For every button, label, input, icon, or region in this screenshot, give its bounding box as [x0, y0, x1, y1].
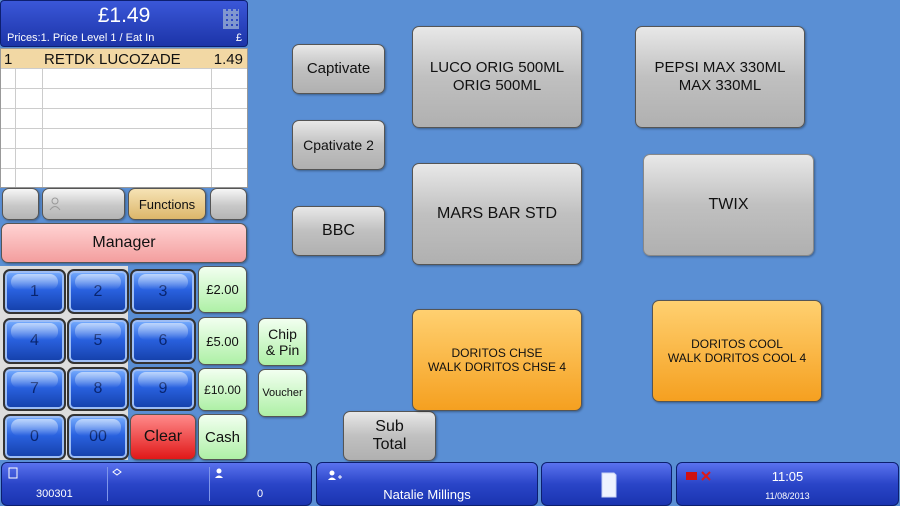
product-name-line2: WALK DORITOS CHSE 4	[427, 360, 567, 374]
price-level-label: Prices:1. Price Level 1 / Eat In	[7, 32, 155, 44]
order-qty: 1	[4, 51, 13, 68]
terminal-info-segment[interactable]: 300301 0	[1, 462, 312, 506]
key-label: 00	[89, 428, 107, 445]
product-name-line1: PEPSI MAX 330ML	[654, 59, 786, 76]
numpad-key-9[interactable]: 9	[130, 367, 196, 411]
key-label: 5	[93, 332, 103, 349]
tender-10-pounds-button[interactable]: £10.00	[198, 368, 247, 411]
chip-pin-label-line1: Chip	[268, 326, 297, 342]
customer-count: 0	[257, 488, 264, 500]
clock-date: 11/08/2013	[765, 491, 810, 501]
product-name-line2: MAX 330ML	[678, 77, 762, 94]
clock-time: 11:05	[771, 469, 804, 484]
product-name-line2: WALK DORITOS COOL 4	[667, 351, 807, 365]
blank-button-left[interactable]	[2, 188, 39, 220]
voucher-button[interactable]: Voucher	[258, 369, 307, 417]
order-list[interactable]: 1 RETDK LUCOZADE 1.49	[0, 48, 248, 188]
key-label: 2	[93, 282, 103, 300]
subtotal-label-line1: Sub	[375, 418, 404, 435]
product-luco-orig-button[interactable]: LUCO ORIG 500ML ORIG 500ML	[412, 26, 582, 128]
numpad-key-3[interactable]: 3	[130, 269, 196, 314]
chip-and-pin-button[interactable]: Chip & Pin	[258, 318, 307, 366]
key-label: 6	[158, 332, 168, 349]
product-name-line1: DORITOS COOL	[691, 337, 783, 351]
numpad-key-00[interactable]: 00	[67, 414, 129, 460]
customer-icon	[215, 468, 223, 478]
tender-5-pounds-button[interactable]: £5.00	[198, 317, 247, 365]
segment-divider	[209, 467, 210, 501]
key-label: 1	[30, 282, 39, 300]
product-twix-button[interactable]: TWIX	[643, 154, 814, 256]
product-doritos-chse-button[interactable]: DORITOS CHSE WALK DORITOS CHSE 4	[412, 309, 582, 411]
key-label: 0	[30, 428, 39, 445]
receipt-icon	[601, 472, 617, 498]
total-display: £1.49 Prices:1. Price Level 1 / Eat In £	[0, 0, 248, 47]
numpad-key-7[interactable]: 7	[3, 367, 66, 411]
clock-segment[interactable]: 11:05 11/08/2013	[676, 462, 899, 506]
operator-segment[interactable]: Natalie Millings	[316, 462, 538, 506]
manager-button[interactable]: Manager	[1, 223, 247, 263]
hat-icon	[112, 468, 122, 476]
receipt-segment[interactable]	[541, 462, 672, 506]
order-row-empty	[1, 69, 247, 89]
segment-divider	[107, 467, 108, 501]
numpad-key-0[interactable]: 0	[3, 414, 66, 460]
key-label: 7	[30, 380, 39, 397]
category-captivate-button[interactable]: Captivate	[292, 44, 385, 94]
user-icon	[49, 197, 61, 211]
numpad-key-2[interactable]: 2	[67, 269, 129, 314]
user-search-button[interactable]	[42, 188, 125, 220]
operator-icon	[328, 470, 342, 480]
subtotal-button[interactable]: Sub Total	[343, 411, 436, 461]
key-label: 3	[158, 282, 168, 300]
category-cpativate-2-button[interactable]: Cpativate 2	[292, 120, 385, 170]
key-label: 9	[158, 380, 168, 397]
order-row-empty	[1, 149, 247, 169]
calculator-icon[interactable]	[223, 9, 239, 29]
key-label: 4	[30, 332, 39, 349]
numpad-key-1[interactable]: 1	[3, 269, 66, 314]
product-mars-bar-button[interactable]: MARS BAR STD	[412, 163, 582, 265]
clear-button[interactable]: Clear	[130, 414, 196, 460]
currency-label: £	[235, 32, 242, 44]
category-bbc-button[interactable]: BBC	[292, 206, 385, 256]
key-label: 8	[93, 380, 103, 397]
tender-2-pounds-button[interactable]: £2.00	[198, 266, 247, 313]
terminal-id: 300301	[36, 488, 73, 500]
numpad-key-5[interactable]: 5	[67, 318, 129, 364]
order-row-empty	[1, 169, 247, 189]
chip-pin-label-line2: & Pin	[265, 342, 300, 358]
subtotal-label-line2: Total	[372, 436, 407, 453]
product-pepsi-max-button[interactable]: PEPSI MAX 330ML MAX 330ML	[635, 26, 805, 128]
functions-button[interactable]: Functions	[128, 188, 206, 220]
numpad-key-6[interactable]: 6	[130, 318, 196, 364]
total-amount: £1.49	[97, 4, 151, 27]
numpad-key-8[interactable]: 8	[67, 367, 129, 411]
order-row-empty	[1, 109, 247, 129]
order-description: RETDK LUCOZADE	[44, 51, 181, 68]
product-name-line1: DORITOS CHSE	[451, 346, 543, 360]
operator-name: Natalie Millings	[383, 487, 471, 502]
product-name-line1: LUCO ORIG 500ML	[429, 59, 565, 76]
order-price: 1.49	[213, 51, 243, 68]
order-row[interactable]: 1 RETDK LUCOZADE 1.49	[1, 49, 247, 69]
cash-button[interactable]: Cash	[198, 414, 247, 460]
order-row-empty	[1, 129, 247, 149]
order-row-empty	[1, 89, 247, 109]
terminal-icon	[8, 467, 18, 479]
product-name-line2: ORIG 500ML	[452, 77, 542, 94]
blank-button-right[interactable]	[210, 188, 247, 220]
numpad-key-4[interactable]: 4	[3, 318, 66, 364]
product-doritos-cool-button[interactable]: DORITOS COOL WALK DORITOS COOL 4	[652, 300, 822, 402]
status-bar: 300301 0 Natalie Millings 11:05 11/08/20	[0, 462, 900, 506]
